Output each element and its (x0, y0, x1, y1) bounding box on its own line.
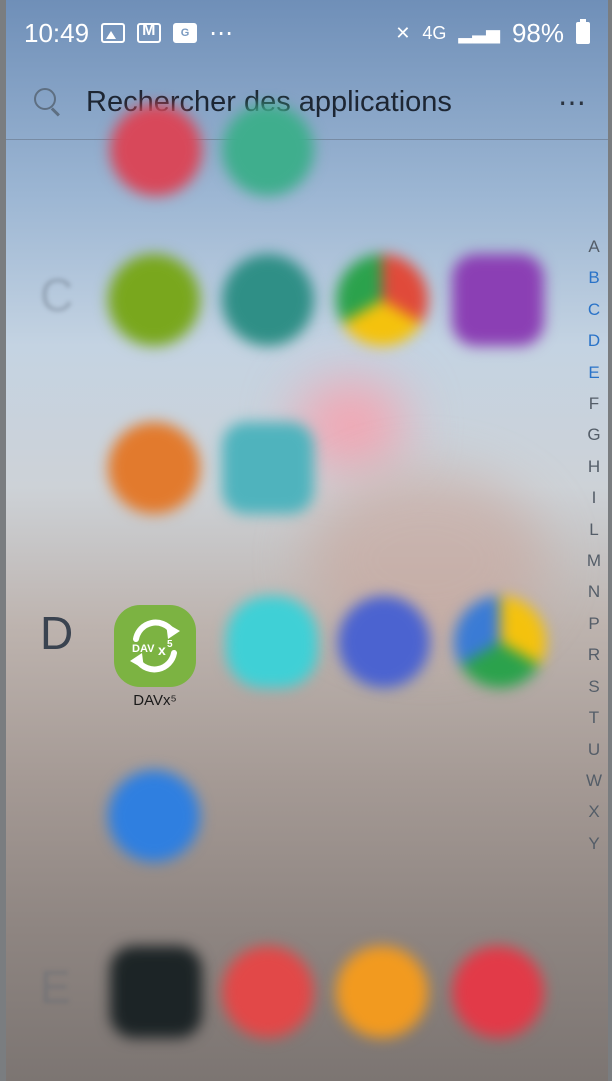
app-icon-blurred[interactable] (110, 104, 202, 196)
app-icon-blurred[interactable] (222, 254, 314, 346)
status-bar: 10:49 G ⋯ ✕ 4G ▂▃▅ 98% (6, 0, 608, 66)
app-icon-blurred[interactable] (222, 104, 314, 196)
more-options-icon[interactable]: ⋯ (558, 86, 588, 119)
app-icon-blurred[interactable] (110, 946, 202, 1038)
clock: 10:49 (24, 17, 90, 48)
davx5-app-icon[interactable]: DAV x 5 (114, 605, 196, 687)
alphabet-letter-i[interactable]: I (592, 482, 597, 513)
alphabet-letter-r[interactable]: R (588, 639, 600, 670)
alphabet-letter-s[interactable]: S (588, 671, 599, 702)
alphabet-letter-x[interactable]: X (588, 796, 599, 827)
photo-icon (101, 23, 126, 43)
app-icon-blurred[interactable] (338, 596, 430, 688)
mail-icon (137, 22, 162, 43)
section-letter-blurred: C (40, 269, 74, 321)
alphabet-letter-g[interactable]: G (587, 419, 600, 450)
battery-percent: 98% (511, 17, 564, 48)
app-icon-blurred[interactable] (452, 946, 544, 1038)
alphabet-letter-u[interactable]: U (588, 734, 600, 765)
svg-text:DAV: DAV (132, 643, 155, 655)
app-icon-blurred[interactable] (222, 422, 314, 514)
section-letter: D (40, 607, 74, 659)
app-icon-blurred[interactable] (454, 596, 546, 688)
alphabet-letter-d[interactable]: D (588, 325, 600, 356)
gw-icon: G (173, 23, 198, 43)
svg-text:x: x (158, 642, 166, 658)
alphabet-letter-t[interactable]: T (589, 702, 599, 733)
search-icon (34, 87, 64, 118)
alphabet-index[interactable]: ABCDEFGHILMNPRSTUWXY (582, 231, 606, 859)
alphabet-letter-l[interactable]: L (589, 514, 598, 545)
app-icon-blurred[interactable] (452, 254, 544, 346)
app-icon-blurred[interactable] (336, 946, 428, 1038)
app-icon-blurred[interactable] (108, 422, 200, 514)
section-letter-blurred: E (40, 961, 71, 1013)
davx5-app-label: DAVx⁵ (133, 692, 177, 709)
status-right: ✕ 4G ▂▃▅ 98% (395, 18, 590, 49)
alphabet-letter-c[interactable]: C (588, 294, 600, 325)
battery-icon (576, 19, 590, 44)
alphabet-letter-n[interactable]: N (588, 576, 600, 607)
alphabet-letter-p[interactable]: P (588, 608, 599, 639)
alphabet-letter-m[interactable]: M (587, 545, 601, 576)
app-icon-blurred[interactable] (336, 254, 428, 346)
alphabet-letter-w[interactable]: W (586, 765, 602, 796)
mute-icon: ✕ (395, 22, 411, 43)
notification-overflow: ⋯ (209, 19, 236, 47)
alphabet-letter-e[interactable]: E (588, 357, 599, 388)
app-icon-blurred[interactable] (108, 254, 200, 346)
app-drawer: 10:49 G ⋯ ✕ 4G ▂▃▅ 98% Rechercher des ap… (0, 0, 612, 1081)
signal-icon: ▂▃▅ (458, 22, 500, 43)
network-type: 4G (422, 22, 447, 43)
svg-text:5: 5 (167, 639, 173, 650)
alphabet-letter-a[interactable]: A (588, 231, 599, 262)
app-icon-blurred[interactable] (222, 946, 314, 1038)
alphabet-letter-h[interactable]: H (588, 451, 600, 482)
alphabet-letter-f[interactable]: F (589, 388, 599, 419)
alphabet-letter-y[interactable]: Y (588, 828, 599, 859)
alphabet-letter-b[interactable]: B (588, 262, 599, 293)
app-icon-blurred[interactable] (226, 596, 318, 688)
app-icon-blurred[interactable] (108, 770, 200, 862)
status-left: 10:49 G ⋯ (24, 18, 235, 49)
